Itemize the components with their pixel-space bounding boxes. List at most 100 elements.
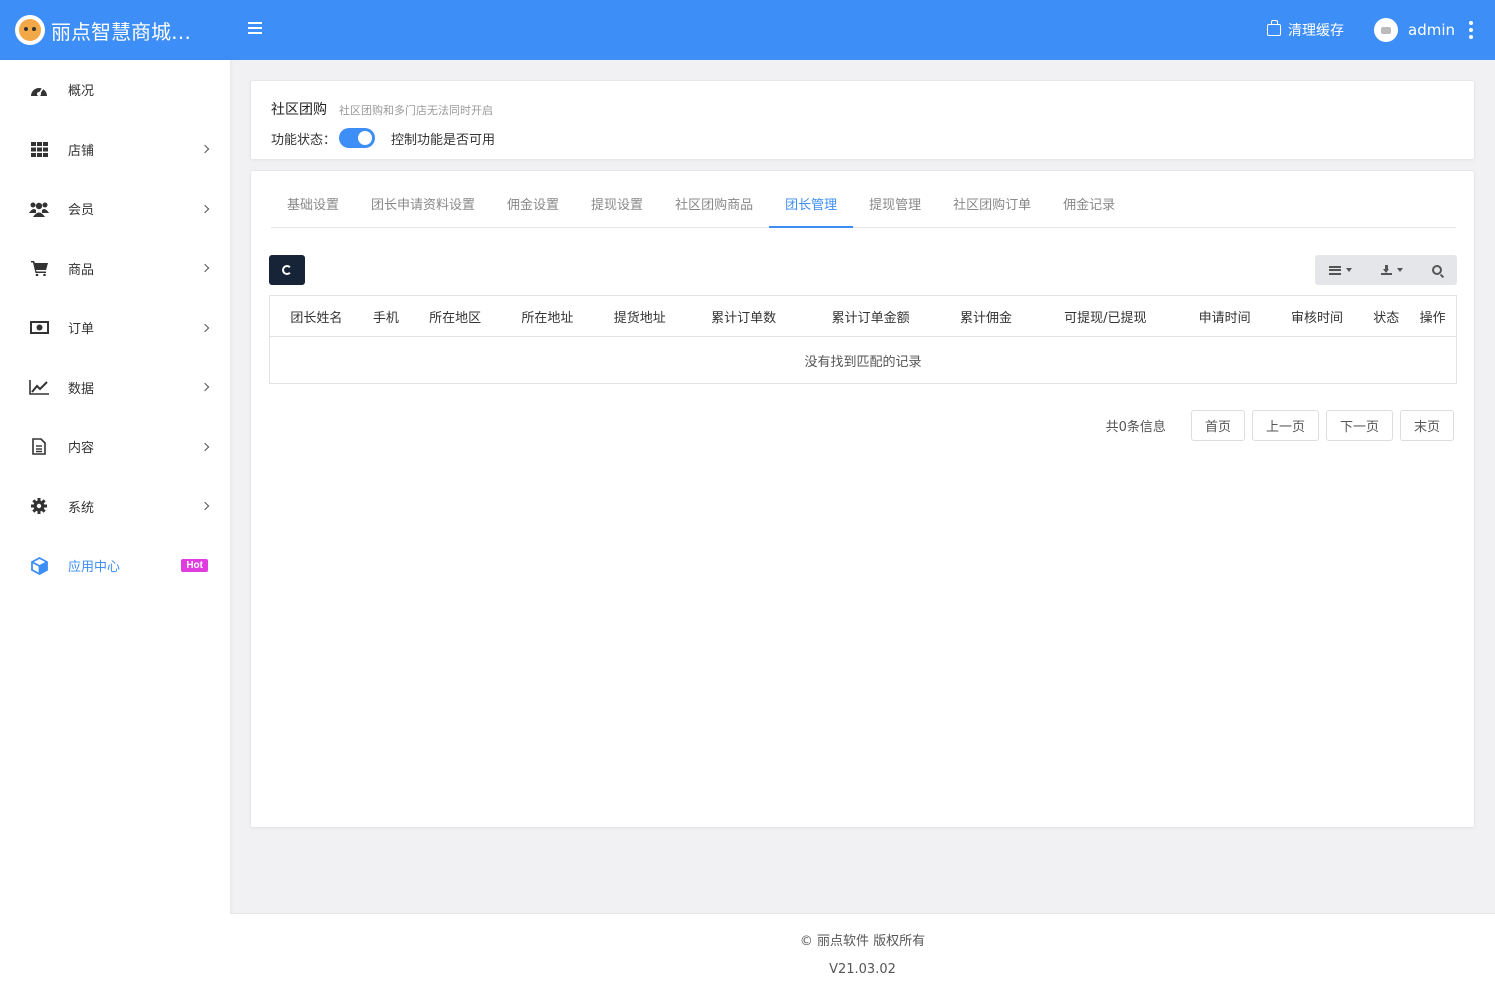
- sidebar-item-label: 系统: [68, 500, 95, 516]
- column-header[interactable]: 累计佣金: [939, 295, 1033, 337]
- feature-card: 社区团购 社区团购和多门店无法同时开启 功能状态： 控制功能是否可用: [250, 80, 1475, 160]
- top-bar: 丽点智慧商城演... 清理缓存 admin: [0, 0, 1495, 60]
- chevron-right-icon: [200, 442, 210, 451]
- chevron-right-icon: [200, 204, 210, 213]
- sidebar-item-members[interactable]: 会员: [0, 179, 230, 239]
- sidebar-item-overview[interactable]: 概况: [0, 60, 230, 120]
- version: V21.03.02: [829, 962, 896, 977]
- cube-icon: [29, 556, 49, 575]
- search-button[interactable]: [1417, 255, 1457, 285]
- column-header[interactable]: 累计订单数: [685, 295, 802, 337]
- sidebar-item-label: 订单: [68, 322, 95, 338]
- column-header[interactable]: 累计订单金额: [801, 295, 940, 337]
- gear-icon: [29, 497, 49, 515]
- feature-subtitle: 社区团购和多门店无法同时开启: [339, 104, 493, 117]
- username: admin: [1408, 21, 1455, 39]
- next-page-button[interactable]: 下一页: [1325, 410, 1393, 441]
- sidebar-item-label: 概况: [68, 84, 95, 100]
- tab-withdrawal-settings[interactable]: 提现设置: [575, 186, 659, 228]
- user-menu[interactable]: admin: [1374, 18, 1473, 42]
- chevron-right-icon: [200, 323, 210, 332]
- money-icon: [29, 319, 49, 337]
- footer: © 丽点软件 版权所有 V21.03.02: [230, 913, 1495, 992]
- first-page-button[interactable]: 首页: [1190, 410, 1245, 441]
- clear-cache-label: 清理缓存: [1288, 23, 1344, 39]
- column-header[interactable]: 所在地区: [408, 295, 502, 337]
- main-card: 基础设置 团长申请资料设置 佣金设置 提现设置 社区团购商品 团长管理 提现管理…: [250, 170, 1475, 828]
- table-row: 没有找到匹配的记录: [270, 337, 1457, 384]
- sidebar-item-label: 店铺: [68, 143, 95, 159]
- refresh-icon: [282, 265, 292, 275]
- sidebar-item-store[interactable]: 店铺: [0, 120, 230, 180]
- status-hint: 控制功能是否可用: [391, 132, 496, 148]
- tab-withdrawal-management[interactable]: 提现管理: [853, 186, 937, 228]
- tab-leader-application-settings[interactable]: 团长申请资料设置: [355, 186, 491, 228]
- tab-bar: 基础设置 团长申请资料设置 佣金设置 提现设置 社区团购商品 团长管理 提现管理…: [271, 186, 1456, 228]
- caret-down-icon: [1396, 268, 1403, 272]
- tab-leader-management[interactable]: 团长管理: [769, 186, 854, 228]
- column-header[interactable]: 手机: [362, 295, 409, 337]
- column-header[interactable]: 申请时间: [1178, 295, 1271, 337]
- leader-table: 团长姓名 手机 所在地区 所在地址 提货地址 累计订单数 累计订单金额 累计佣金…: [269, 295, 1457, 384]
- sidebar-item-label: 应用中心: [68, 560, 121, 576]
- hot-badge: Hot: [181, 559, 208, 573]
- table-toolbar: [1315, 255, 1457, 285]
- tab-commission-records[interactable]: 佣金记录: [1047, 186, 1131, 228]
- menu-toggle-icon[interactable]: [248, 22, 262, 38]
- column-header[interactable]: 团长姓名: [269, 295, 363, 337]
- chevron-right-icon: [200, 502, 210, 511]
- copyright: © 丽点软件 版权所有: [799, 934, 926, 949]
- tab-commission-settings[interactable]: 佣金设置: [491, 186, 575, 228]
- chevron-right-icon: [200, 383, 210, 392]
- sidebar-item-content[interactable]: 内容: [0, 417, 230, 477]
- column-header[interactable]: 提货地址: [593, 295, 686, 337]
- sidebar: 概况 店铺 会员 商品 订单 数据 内容 系统 应用中心 Hot: [0, 60, 230, 992]
- sidebar-item-app-center[interactable]: 应用中心 Hot: [0, 536, 230, 596]
- last-page-button[interactable]: 末页: [1399, 410, 1454, 441]
- brand[interactable]: 丽点智慧商城演...: [0, 0, 230, 60]
- sidebar-item-label: 数据: [68, 381, 95, 397]
- app-name: 丽点智慧商城演...: [51, 19, 206, 44]
- more-vertical-icon[interactable]: [1469, 21, 1473, 39]
- sidebar-item-label: 商品: [68, 262, 95, 278]
- cart-icon: [29, 259, 49, 277]
- tab-group-buy-orders[interactable]: 社区团购订单: [937, 186, 1047, 228]
- avatar: [1374, 18, 1398, 42]
- basket-icon: [1267, 20, 1281, 36]
- total-count: 共0条信息: [1105, 420, 1166, 435]
- sidebar-item-orders[interactable]: 订单: [0, 298, 230, 358]
- logo-icon: [15, 15, 45, 45]
- users-icon: [29, 200, 49, 218]
- list-icon: [1329, 265, 1341, 275]
- column-header[interactable]: 所在地址: [501, 295, 594, 337]
- dashboard-icon: [29, 81, 49, 99]
- document-icon: [29, 438, 49, 456]
- empty-message: 没有找到匹配的记录: [804, 354, 922, 370]
- clear-cache-button[interactable]: 清理缓存: [1267, 20, 1344, 40]
- columns-toggle-button[interactable]: [1315, 255, 1366, 285]
- refresh-button[interactable]: [269, 255, 305, 285]
- grid-icon: [29, 140, 49, 158]
- sidebar-item-label: 会员: [68, 203, 95, 219]
- column-header[interactable]: 审核时间: [1270, 295, 1364, 337]
- sidebar-item-label: 内容: [68, 441, 95, 457]
- status-label: 功能状态：: [271, 132, 337, 148]
- search-icon: [1432, 265, 1442, 275]
- tab-basic-settings[interactable]: 基础设置: [271, 186, 355, 228]
- export-button[interactable]: [1366, 255, 1417, 285]
- column-header[interactable]: 可提现/已提现: [1032, 295, 1179, 337]
- tab-group-buy-products[interactable]: 社区团购商品: [659, 186, 769, 228]
- download-icon: [1380, 265, 1392, 275]
- caret-down-icon: [1346, 268, 1352, 272]
- prev-page-button[interactable]: 上一页: [1251, 410, 1319, 441]
- chevron-right-icon: [200, 264, 210, 273]
- column-header[interactable]: 状态: [1363, 295, 1410, 337]
- sidebar-item-data[interactable]: 数据: [0, 358, 230, 418]
- column-header[interactable]: 操作: [1409, 295, 1457, 337]
- sidebar-item-system[interactable]: 系统: [0, 477, 230, 537]
- chart-line-icon: [29, 378, 49, 396]
- feature-toggle[interactable]: [339, 128, 376, 148]
- sidebar-item-products[interactable]: 商品: [0, 239, 230, 299]
- chevron-right-icon: [200, 145, 210, 154]
- pagination: 共0条信息 首页 上一页 下一页 末页: [1106, 410, 1454, 441]
